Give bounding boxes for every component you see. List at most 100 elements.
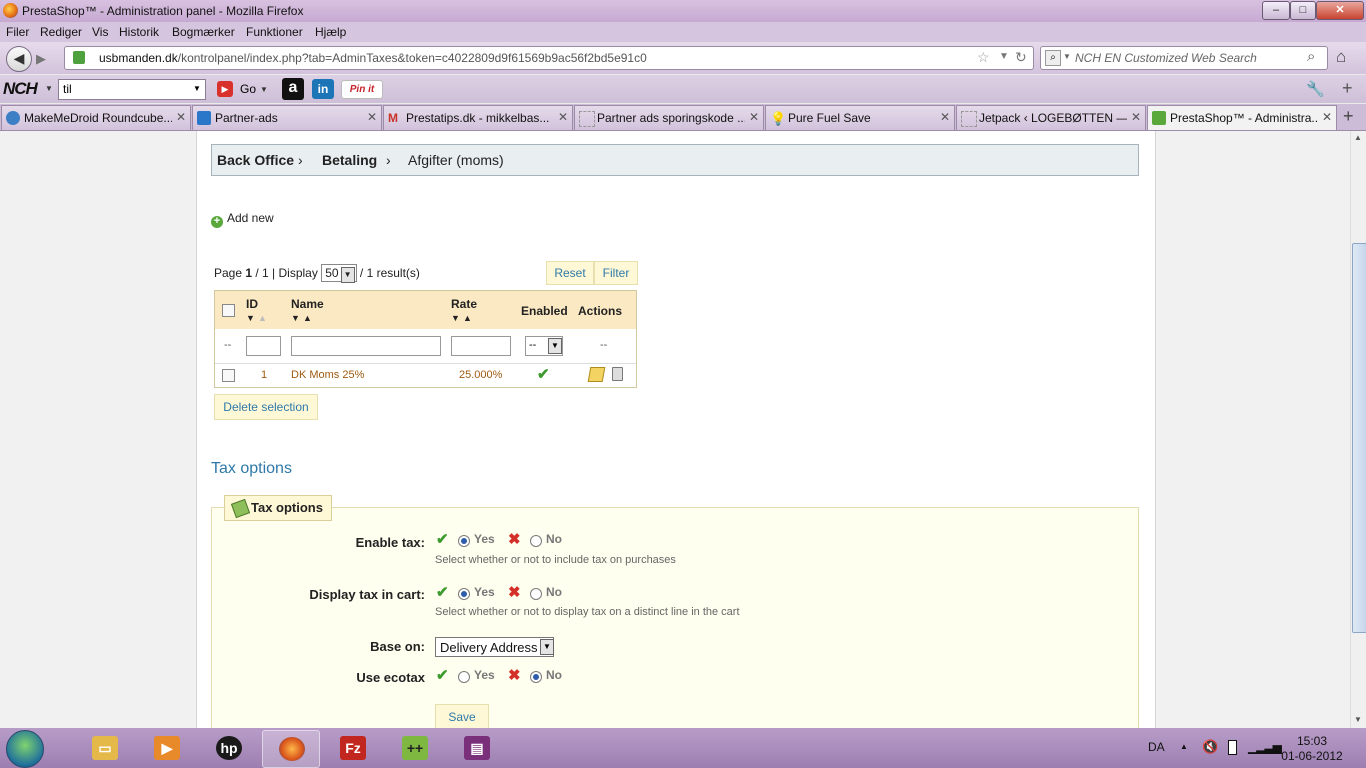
tab-partner-ads[interactable]: Partner-ads ✕ xyxy=(192,105,382,130)
delete-selection-button[interactable]: Delete selection xyxy=(214,394,318,420)
vertical-scrollbar[interactable]: ▲ ▼ xyxy=(1350,131,1366,728)
sort-desc-icon[interactable]: ▼ xyxy=(246,313,255,323)
menu-funktioner[interactable]: Funktioner xyxy=(246,25,303,39)
use-ecotax-no-label[interactable]: No xyxy=(546,668,562,682)
wrench-icon[interactable]: 🔧 xyxy=(1306,80,1325,98)
new-tab-icon[interactable]: + xyxy=(1343,106,1354,127)
filter-name-input[interactable] xyxy=(291,336,441,356)
add-icon[interactable]: + xyxy=(1342,78,1353,99)
reset-button[interactable]: Reset xyxy=(546,261,594,285)
youtube-icon[interactable]: ▶ xyxy=(217,81,233,97)
save-button[interactable]: Save xyxy=(435,704,489,730)
nch-dropdown-icon[interactable]: ▼ xyxy=(45,84,53,93)
tray-expand-icon[interactable]: ▲ xyxy=(1180,742,1188,751)
toolbar-search-input[interactable]: til ▼ xyxy=(58,79,206,100)
enable-tax-no-radio[interactable] xyxy=(530,535,542,547)
sort-asc-icon[interactable]: ▲ xyxy=(463,313,472,323)
maximize-button[interactable]: □ xyxy=(1290,1,1316,20)
select-all-checkbox[interactable] xyxy=(222,304,235,317)
search-icon[interactable]: ⌕ xyxy=(1307,48,1315,65)
taskbar-media-player[interactable]: ▶ xyxy=(138,730,194,766)
tab-pure-fuel-save[interactable]: 💡 Pure Fuel Save ✕ xyxy=(765,105,955,130)
tab-prestatips[interactable]: M Prestatips.dk - mikkelbas... ✕ xyxy=(383,105,573,130)
amazon-icon[interactable]: a xyxy=(282,78,304,100)
tab-close-icon[interactable]: ✕ xyxy=(558,110,568,124)
taskbar-clock[interactable]: 15:03 01-06-2012 xyxy=(1280,734,1344,764)
taskbar-winrar[interactable]: ▤ xyxy=(448,730,504,766)
tab-close-icon[interactable]: ✕ xyxy=(940,110,950,124)
sort-desc-icon[interactable]: ▼ xyxy=(451,313,460,323)
taskbar-notepadpp[interactable]: ++ xyxy=(386,730,442,766)
tab-makemedroid[interactable]: MakeMeDroid Roundcube... ✕ xyxy=(1,105,191,130)
tab-close-icon[interactable]: ✕ xyxy=(176,110,186,124)
scrollbar-thumb[interactable] xyxy=(1352,243,1366,633)
taskbar-hp[interactable]: hp xyxy=(200,730,256,766)
url-dropdown-icon[interactable]: ▼ xyxy=(999,51,1009,62)
minimize-button[interactable]: – xyxy=(1262,1,1290,20)
toolbar-search-dropdown-icon[interactable]: ▼ xyxy=(193,84,201,93)
enable-tax-yes-radio[interactable] xyxy=(458,535,470,547)
linkedin-icon[interactable]: in xyxy=(312,79,334,99)
table-row[interactable]: 1 DK Moms 25% 25.000% ✔ xyxy=(215,364,636,386)
row-checkbox[interactable] xyxy=(222,369,235,382)
volume-muted-icon[interactable]: 🔇 xyxy=(1202,739,1218,755)
home-icon[interactable]: ⌂ xyxy=(1336,47,1346,67)
enable-tax-no-label[interactable]: No xyxy=(546,532,562,546)
add-new-link[interactable]: + Add new xyxy=(211,211,274,228)
nch-logo[interactable]: NCH xyxy=(3,79,38,99)
back-arrow-icon[interactable]: ◀ xyxy=(6,46,32,72)
search-engine-icon[interactable]: ⌕ xyxy=(1045,50,1061,66)
go-button[interactable]: Go xyxy=(240,82,256,96)
use-ecotax-yes-radio[interactable] xyxy=(458,671,470,683)
menu-hjaelp[interactable]: Hjælp xyxy=(315,25,346,39)
filter-id-input[interactable] xyxy=(246,336,281,356)
menu-historik[interactable]: Historik xyxy=(119,25,159,39)
filter-button[interactable]: Filter xyxy=(594,261,638,285)
menu-rediger[interactable]: Rediger xyxy=(40,25,82,39)
tab-close-icon[interactable]: ✕ xyxy=(1322,110,1332,124)
sort-asc-icon[interactable]: ▲ xyxy=(303,313,312,323)
display-tax-no-label[interactable]: No xyxy=(546,585,562,599)
go-dropdown-icon[interactable]: ▼ xyxy=(260,85,268,94)
search-engine-dropdown-icon[interactable]: ▼ xyxy=(1063,52,1071,61)
menu-vis[interactable]: Vis xyxy=(92,25,108,39)
web-search-box[interactable]: ⌕ ▼ NCH EN Customized Web Search ⌕ xyxy=(1040,46,1328,70)
display-tax-no-radio[interactable] xyxy=(530,588,542,600)
tab-close-icon[interactable]: ✕ xyxy=(367,110,377,124)
close-button[interactable]: ✕ xyxy=(1316,1,1364,20)
forward-arrow-icon[interactable]: ▶ xyxy=(36,51,46,67)
edit-pencil-icon[interactable] xyxy=(587,367,606,382)
base-on-select[interactable]: Delivery Address ▼ xyxy=(435,637,554,657)
scroll-down-icon[interactable]: ▼ xyxy=(1354,715,1362,724)
breadcrumb-betaling[interactable]: Betaling xyxy=(322,152,377,168)
delete-trash-icon[interactable] xyxy=(612,367,623,381)
sort-asc-icon[interactable]: ▲ xyxy=(258,313,267,323)
windows-start-button[interactable] xyxy=(6,730,44,768)
menu-bogmaerker[interactable]: Bogmærker xyxy=(172,25,235,39)
tab-close-icon[interactable]: ✕ xyxy=(1131,110,1141,124)
enabled-check-icon[interactable]: ✔ xyxy=(537,365,550,383)
filter-rate-input[interactable] xyxy=(451,336,511,356)
display-tax-yes-label[interactable]: Yes xyxy=(474,585,495,599)
tab-close-icon[interactable]: ✕ xyxy=(749,110,759,124)
network-signal-icon[interactable]: ▁▂▃▅ xyxy=(1248,740,1282,754)
menu-filer[interactable]: Filer xyxy=(6,25,29,39)
battery-icon[interactable] xyxy=(1228,740,1237,755)
taskbar-firefox[interactable] xyxy=(262,730,320,768)
tab-jetpack[interactable]: Jetpack ‹ LOGEBØTTEN —... ✕ xyxy=(956,105,1146,130)
bookmark-star-icon[interactable]: ☆ xyxy=(977,49,990,66)
display-count-select[interactable]: 50 ▼ xyxy=(321,264,357,283)
reload-icon[interactable]: ↻ xyxy=(1015,49,1027,66)
scroll-up-icon[interactable]: ▲ xyxy=(1354,133,1362,142)
taskbar-explorer[interactable]: ▭ xyxy=(76,730,132,766)
use-ecotax-yes-label[interactable]: Yes xyxy=(474,668,495,682)
pinit-button[interactable]: Pin it xyxy=(341,80,383,99)
language-indicator[interactable]: DA xyxy=(1148,740,1165,754)
sort-desc-icon[interactable]: ▼ xyxy=(291,313,300,323)
tab-prestashop-admin[interactable]: PrestaShop™ - Administra... ✕ xyxy=(1147,105,1337,130)
use-ecotax-no-radio[interactable] xyxy=(530,671,542,683)
filter-enabled-select[interactable]: -- ▼ xyxy=(525,336,563,356)
taskbar-filezilla[interactable]: Fz xyxy=(324,730,380,766)
tab-partner-ads-sporingskode[interactable]: Partner ads sporingskode ... ✕ xyxy=(574,105,764,130)
display-tax-yes-radio[interactable] xyxy=(458,588,470,600)
